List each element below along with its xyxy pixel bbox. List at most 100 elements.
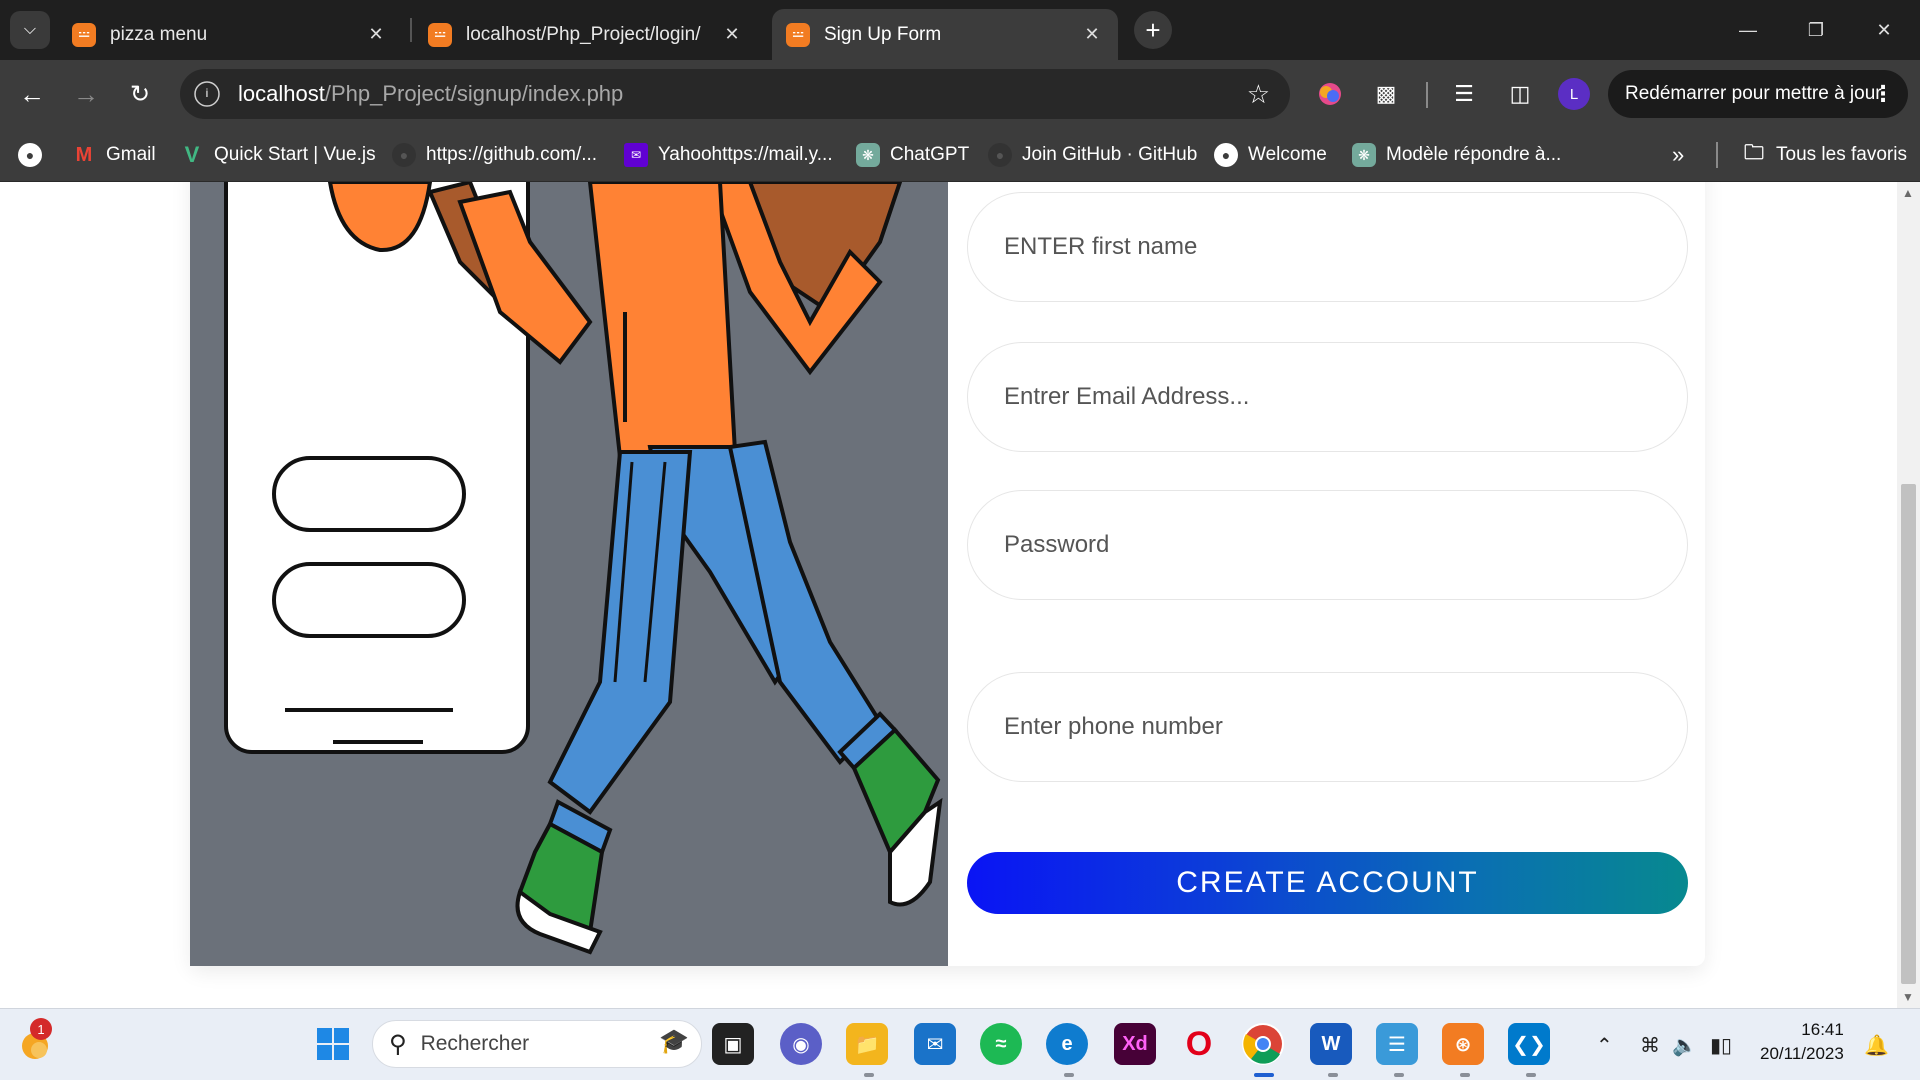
minimize-icon: — (1739, 19, 1757, 40)
search-icon: ⚲ (389, 1030, 407, 1058)
bookmark-label: Tous les favoris (1776, 144, 1907, 165)
profile-avatar[interactable]: L (1558, 78, 1590, 110)
chatgpt-icon: ❋ (1352, 143, 1376, 167)
password-input[interactable] (1004, 531, 1624, 559)
chrome-button[interactable] (1242, 1023, 1284, 1065)
bookmark-github-url[interactable]: ● https://github.com/... (392, 140, 597, 170)
system-clock[interactable]: 16:41 20/11/2023 (1760, 1018, 1844, 1066)
bookmark-label: Gmail (106, 144, 156, 165)
chevron-up-icon[interactable]: ⌃ (1596, 1033, 1613, 1058)
address-bar[interactable]: i localhost/Php_Project/signup/index.php… (180, 69, 1290, 119)
word-icon: W (1321, 1032, 1341, 1055)
teams-chat-button[interactable]: ◉ (780, 1023, 822, 1065)
browser-tab-strip: ⌵ 𝌃 pizza menu ✕ 𝌃 localhost/Php_Project… (0, 0, 1920, 60)
battery-icon[interactable]: ▮▯ (1710, 1033, 1732, 1058)
first-name-input[interactable] (1004, 233, 1624, 261)
back-button[interactable]: ← (12, 74, 52, 114)
mail-button[interactable]: ✉ (914, 1023, 956, 1065)
side-panel-button[interactable]: ◫ (1500, 74, 1540, 114)
page-scrollbar[interactable]: ▲ ▼ (1897, 182, 1920, 1008)
start-button[interactable] (312, 1023, 354, 1065)
more-menu-icon[interactable]: ⋮ (1872, 81, 1894, 107)
edge-button[interactable]: e (1046, 1023, 1088, 1065)
tab-sign-up-form[interactable]: 𝌃 Sign Up Form ✕ (772, 9, 1118, 60)
bookmark-vue[interactable]: V Quick Start | Vue.js (180, 140, 376, 170)
mail-icon: ✉ (926, 1033, 944, 1056)
vscode-button[interactable]: ❮❯ (1508, 1023, 1550, 1065)
apps-shortcut[interactable]: ● (18, 140, 52, 170)
close-window-button[interactable]: ✕ (1862, 12, 1906, 48)
bookmark-gmail[interactable]: M Gmail (72, 140, 156, 170)
reload-button[interactable]: ↻ (120, 74, 160, 114)
tab-title: Sign Up Form (824, 23, 942, 45)
running-indicator (1394, 1073, 1404, 1077)
tab-pizza-menu[interactable]: 𝌃 pizza menu ✕ (58, 9, 402, 60)
close-icon[interactable]: ✕ (362, 21, 390, 49)
bookmark-star-icon[interactable]: ☆ (1247, 79, 1270, 110)
chrome-icon (1243, 1025, 1282, 1064)
minimize-button[interactable]: — (1726, 12, 1770, 48)
adobe-xd-button[interactable]: Xd (1114, 1023, 1156, 1065)
reload-icon: ↻ (129, 80, 151, 108)
wifi-icon[interactable]: ⌘ (1640, 1033, 1660, 1058)
task-view-button[interactable]: ▣ (712, 1023, 754, 1065)
bookmark-join-github[interactable]: ● Join GitHub · GitHub (988, 140, 1197, 170)
bookmark-chatgpt[interactable]: ❋ ChatGPT (856, 140, 969, 170)
tab-search-button[interactable]: ⌵ (10, 11, 50, 49)
file-explorer-button[interactable]: 📁 (846, 1023, 888, 1065)
url-text[interactable]: localhost/Php_Project/signup/index.php (238, 81, 623, 107)
vscode-icon: ❮❯ (1512, 1033, 1546, 1056)
github-icon: ● (392, 143, 416, 167)
extensions-puzzle-button[interactable]: ▩ (1366, 74, 1406, 114)
more-bookmarks-button[interactable]: » (1672, 140, 1684, 170)
search-highlight-icon: 🎓 (659, 1028, 689, 1055)
new-tab-button[interactable]: + (1134, 11, 1172, 49)
word-button[interactable]: W (1310, 1023, 1352, 1065)
scroll-down-arrow-icon[interactable]: ▼ (1902, 990, 1914, 1004)
xampp-favicon-icon: 𝌃 (786, 22, 810, 47)
chatgpt-icon: ❋ (856, 143, 880, 167)
bookmark-label: ChatGPT (890, 144, 970, 165)
forward-button[interactable]: → (66, 74, 106, 114)
restore-button[interactable]: ❐ (1794, 12, 1838, 48)
xampp-button[interactable]: ⊛ (1442, 1023, 1484, 1065)
restart-update-button[interactable]: Redémarrer pour mettre à jour ⋮ (1608, 70, 1908, 118)
phone-input[interactable] (1004, 713, 1624, 741)
media-control-button[interactable]: ☰ (1444, 74, 1484, 114)
email-input[interactable] (1004, 383, 1624, 411)
page-viewport: CREATE ACCOUNT (0, 182, 1897, 1008)
taskbar-search[interactable]: ⚲ Rechercher 🎓 (372, 1020, 702, 1068)
extension-icon[interactable] (1310, 74, 1350, 114)
tab-separator (410, 18, 412, 42)
notepad-button[interactable]: ☰ (1376, 1023, 1418, 1065)
email-field[interactable] (967, 342, 1688, 452)
spotify-button[interactable]: ≈ (980, 1023, 1022, 1065)
tab-login[interactable]: 𝌃 localhost/Php_Project/login/ ✕ (414, 9, 758, 60)
opera-button[interactable]: O (1178, 1023, 1220, 1065)
password-field[interactable] (967, 490, 1688, 600)
chat-icon: ◉ (792, 1033, 810, 1056)
close-icon[interactable]: ✕ (1078, 21, 1106, 49)
windows-logo-icon (317, 1028, 349, 1060)
site-info-icon[interactable]: i (194, 81, 220, 107)
gmail-icon: M (75, 143, 93, 166)
scroll-thumb[interactable] (1901, 484, 1916, 984)
browser-toolbar: ← → ↻ i localhost/Php_Project/signup/ind… (0, 60, 1920, 128)
signup-form: CREATE ACCOUNT (967, 182, 1688, 966)
url-path: /Php_Project/signup/index.php (324, 81, 624, 106)
bookmark-modele[interactable]: ❋ Modèle répondre à... (1352, 140, 1561, 170)
volume-icon[interactable]: 🔈 (1672, 1033, 1697, 1058)
create-account-button[interactable]: CREATE ACCOUNT (967, 852, 1688, 914)
phone-field[interactable] (967, 672, 1688, 782)
bookmark-welcome[interactable]: ● Welcome (1214, 140, 1327, 170)
first-name-field[interactable] (967, 192, 1688, 302)
chevron-down-icon: ⌵ (23, 21, 37, 38)
notification-bell-icon[interactable]: 🔔 (1864, 1033, 1889, 1058)
folder-icon: 📁 (854, 1033, 880, 1056)
all-bookmarks-folder[interactable]: 🗀 Tous les favoris (1742, 140, 1907, 170)
close-icon[interactable]: ✕ (718, 21, 746, 49)
spotify-icon: ≈ (995, 1032, 1007, 1055)
bookmark-yahoo[interactable]: ✉ Yahoohttps://mail.y... (624, 140, 833, 170)
adobe-xd-icon: Xd (1122, 1032, 1148, 1055)
scroll-up-arrow-icon[interactable]: ▲ (1902, 186, 1914, 200)
